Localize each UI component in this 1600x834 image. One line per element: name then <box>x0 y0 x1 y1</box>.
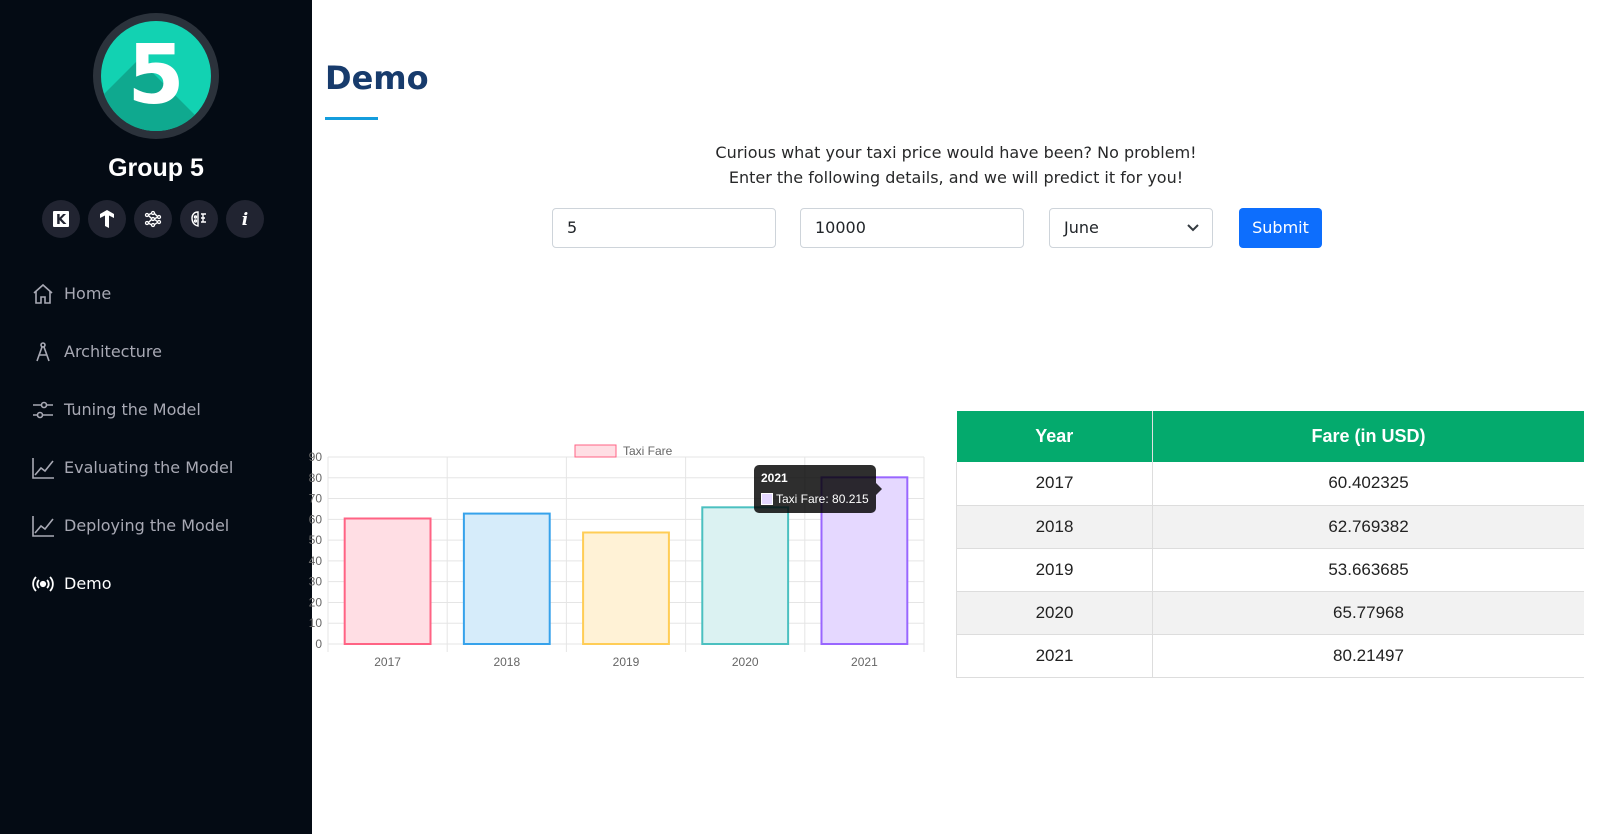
passenger-input[interactable]: 5 <box>552 208 776 248</box>
cell-year: 2017 <box>956 462 1153 506</box>
broadcast-icon <box>30 571 56 597</box>
month-select[interactable]: June <box>1049 208 1213 248</box>
tooltip-title: 2021 <box>761 471 788 485</box>
brain-icon <box>189 209 209 229</box>
distance-input[interactable]: 10000 <box>800 208 1024 248</box>
group-name: Group 5 <box>108 154 204 182</box>
nav-item-architecture[interactable]: Architecture <box>30 337 162 367</box>
y-tick-label: 30 <box>309 575 323 589</box>
graph-icon <box>30 455 56 481</box>
y-tick-label: 10 <box>309 616 323 630</box>
info-link[interactable]: i <box>226 200 264 238</box>
nav-label-tuning: Tuning the Model <box>64 400 201 419</box>
cell-year: 2019 <box>956 548 1153 592</box>
y-tick-label: 70 <box>309 492 323 506</box>
tooltip-caret <box>876 483 882 495</box>
graph-icon <box>30 513 56 539</box>
header-year: Year <box>956 411 1153 462</box>
y-tick-label: 90 <box>309 450 323 464</box>
y-tick-label: 40 <box>309 554 323 568</box>
intro-line-2: Enter the following details, and we will… <box>728 168 1184 187</box>
x-tick-label: 2018 <box>493 655 520 669</box>
cell-fare: 65.77968 <box>1152 591 1584 635</box>
x-tick-label: 2017 <box>374 655 401 669</box>
cell-year: 2018 <box>956 505 1153 549</box>
compass-icon <box>30 339 56 365</box>
kaggle-link[interactable]: K <box>42 200 80 238</box>
tooltip-row: Taxi Fare: 80.215 <box>761 491 869 507</box>
sliders-icon <box>30 397 56 423</box>
table-row: 2021 80.21497 <box>956 634 1584 678</box>
nav-item-tuning[interactable]: Tuning the Model <box>30 395 201 425</box>
distance-input-value: 10000 <box>815 218 866 237</box>
cell-year: 2021 <box>956 634 1153 678</box>
y-tick-label: 50 <box>309 533 323 547</box>
brain-link[interactable] <box>180 200 218 238</box>
y-tick-label: 60 <box>309 512 323 526</box>
tensorflow-icon <box>97 209 117 229</box>
nav-item-demo[interactable]: Demo <box>30 569 112 599</box>
info-icon: i <box>236 210 254 228</box>
nav-label-deploying: Deploying the Model <box>64 516 230 535</box>
chart-x-ticks: 2017 2018 2019 2020 2021 <box>374 655 878 669</box>
tooltip-label: Taxi Fare: 80.215 <box>776 492 869 506</box>
nav-item-home[interactable]: Home <box>30 279 111 309</box>
nav-label-home: Home <box>64 284 112 303</box>
nav-label-demo: Demo <box>64 574 112 593</box>
intro-line-1: Curious what your taxi price would have … <box>715 143 1197 162</box>
legend-swatch <box>574 444 617 458</box>
table-row: 2020 65.77968 <box>956 591 1584 635</box>
submit-button[interactable]: Submit <box>1239 208 1322 248</box>
page-title: Demo <box>325 59 429 97</box>
chart-tooltip: 2021 Taxi Fare: 80.215 <box>754 465 876 513</box>
chevron-down-icon <box>1186 209 1200 261</box>
table-row: 2018 62.769382 <box>956 505 1584 549</box>
cell-fare: 60.402325 <box>1152 462 1584 506</box>
x-tick-label: 2021 <box>851 655 878 669</box>
logo-digit: 5 <box>127 28 185 123</box>
group-logo[interactable]: 5 <box>93 13 219 139</box>
cell-fare: 53.663685 <box>1152 548 1584 592</box>
neural-network-link[interactable] <box>134 200 172 238</box>
bar-2018 <box>462 512 551 645</box>
tensorflow-link[interactable] <box>88 200 126 238</box>
kaggle-icon: K <box>52 210 70 228</box>
table-row: 2017 60.402325 <box>956 462 1584 506</box>
nav-label-evaluating: Evaluating the Model <box>64 458 234 477</box>
table-row: 2019 53.663685 <box>956 548 1584 592</box>
header-fare: Fare (in USD) <box>1152 411 1584 462</box>
tooltip-swatch <box>761 493 773 505</box>
svg-text:i: i <box>242 210 248 228</box>
svg-text:K: K <box>56 213 67 228</box>
cell-fare: 80.21497 <box>1152 634 1584 678</box>
table-header-row: Year Fare (in USD) <box>956 411 1584 462</box>
legend-label: Taxi Fare <box>623 444 673 458</box>
bar-2020 <box>701 506 790 645</box>
x-tick-label: 2020 <box>732 655 759 669</box>
nav-item-deploying[interactable]: Deploying the Model <box>30 511 229 541</box>
sidebar: 5 Group 5 K i Home Architecture Tuning t… <box>0 0 312 834</box>
title-underline <box>325 117 378 120</box>
x-tick-label: 2019 <box>613 655 640 669</box>
bar-2017 <box>343 517 432 645</box>
bar-2019 <box>582 531 670 645</box>
neural-network-icon <box>143 209 163 229</box>
nav-item-evaluating[interactable]: Evaluating the Model <box>30 453 233 483</box>
cell-fare: 62.769382 <box>1152 505 1584 549</box>
month-select-value: June <box>1064 218 1099 237</box>
y-tick-label: 20 <box>309 595 323 609</box>
passenger-input-value: 5 <box>567 218 578 237</box>
home-icon <box>30 281 56 307</box>
chart-legend: Taxi Fare <box>574 444 673 458</box>
fare-table: Year Fare (in USD) 2017 60.402325 2018 6… <box>956 411 1584 678</box>
y-tick-label: 80 <box>309 471 323 485</box>
nav-label-architecture: Architecture <box>64 342 162 361</box>
logo-circle: 5 <box>101 21 211 131</box>
y-tick-label: 0 <box>315 637 322 651</box>
cell-year: 2020 <box>956 591 1153 635</box>
